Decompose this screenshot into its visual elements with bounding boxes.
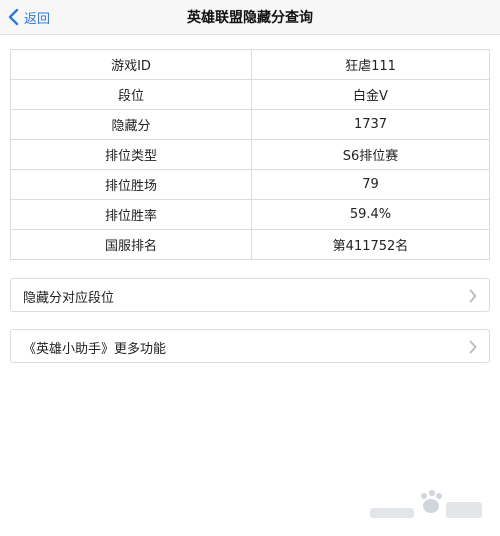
stat-label: 段位 <box>10 79 252 110</box>
stat-label: 国服排名 <box>10 229 252 260</box>
stat-value: 79 <box>251 169 490 200</box>
table-row: 排位胜场 79 <box>10 169 490 200</box>
table-row: 隐藏分 1737 <box>10 109 490 140</box>
nav-bar: 返回 英雄联盟隐藏分查询 <box>0 0 500 35</box>
stat-label: 排位胜率 <box>10 199 252 230</box>
stat-label: 隐藏分 <box>10 109 252 140</box>
page-title: 英雄联盟隐藏分查询 <box>187 10 313 26</box>
table-row: 排位类型 S6排位赛 <box>10 139 490 170</box>
chevron-right-icon <box>469 340 477 354</box>
stat-label: 排位胜场 <box>10 169 252 200</box>
table-row: 段位 白金V <box>10 79 490 110</box>
stats-table: 游戏ID 狂虐111 段位 白金V 隐藏分 1737 排位类型 S6排位赛 排位… <box>10 49 490 260</box>
link-label: 《英雄小助手》更多功能 <box>23 342 167 357</box>
stat-label: 游戏ID <box>10 49 252 80</box>
chevron-right-icon <box>469 289 477 303</box>
table-row: 游戏ID 狂虐111 <box>10 49 490 80</box>
table-row: 国服排名 第411752名 <box>10 229 490 260</box>
stat-label: 排位类型 <box>10 139 252 170</box>
stat-value: 59.4% <box>251 199 490 230</box>
table-row: 排位胜率 59.4% <box>10 199 490 230</box>
stat-value: S6排位赛 <box>251 139 490 170</box>
stat-value: 1737 <box>251 109 490 140</box>
more-features-link[interactable]: 《英雄小助手》更多功能 <box>10 329 490 363</box>
stat-value: 第411752名 <box>251 229 490 260</box>
stat-value: 狂虐111 <box>251 49 490 80</box>
watermark-logo <box>370 490 482 518</box>
stat-value: 白金V <box>251 79 490 110</box>
hidden-score-rank-link[interactable]: 隐藏分对应段位 <box>10 278 490 312</box>
link-label: 隐藏分对应段位 <box>23 291 115 306</box>
